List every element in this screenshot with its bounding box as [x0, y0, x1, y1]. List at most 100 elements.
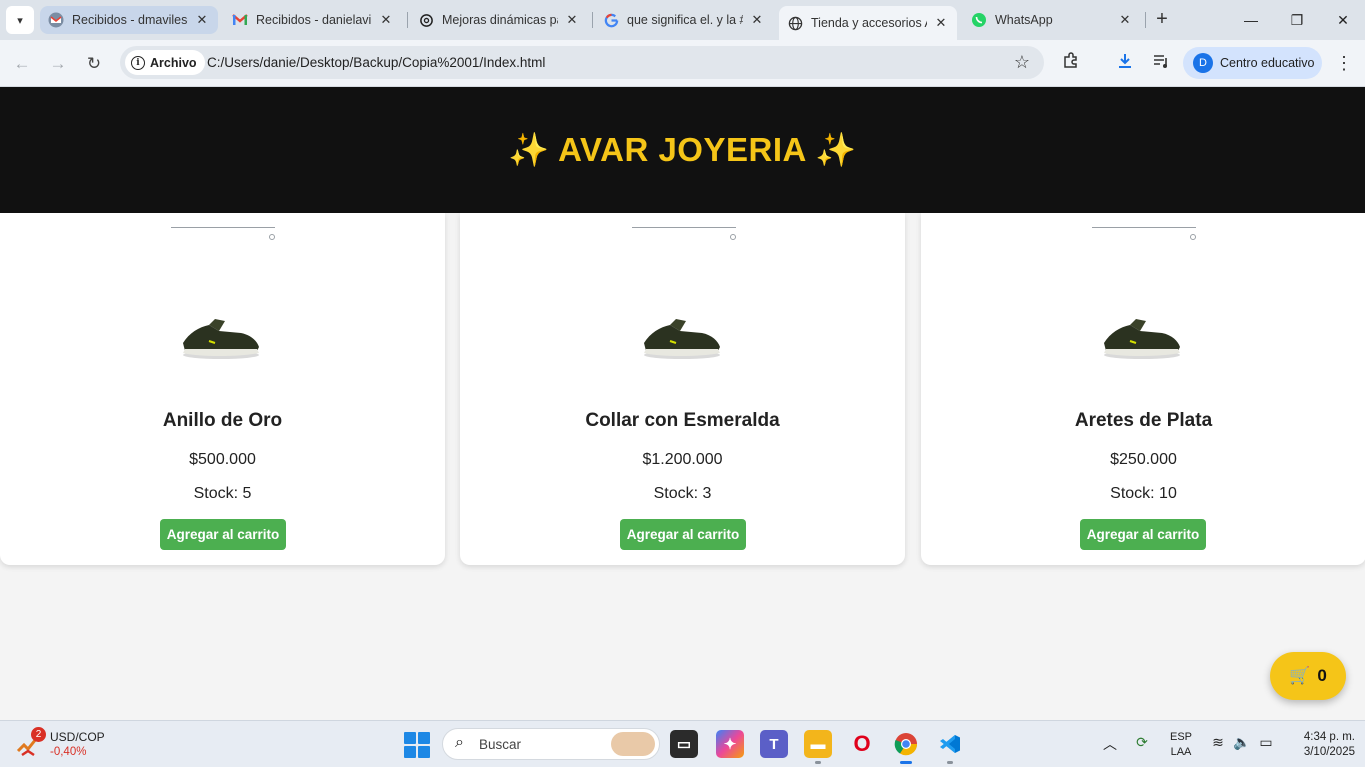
product-name: Aretes de Plata [1074, 410, 1213, 431]
teams-icon[interactable]: T [760, 730, 788, 758]
product-price: $1.200.000 [642, 451, 723, 468]
new-tab-plus-icon[interactable]: + [1150, 8, 1174, 32]
address-bar[interactable]: i Archivo C:/Users/danie/Desktop/Backup/… [120, 46, 1044, 79]
product-name: Collar con Esmeralda [585, 410, 780, 431]
cart-button[interactable]: 🛒 0 [1270, 652, 1346, 700]
restore-icon[interactable]: ❐ [1282, 8, 1312, 32]
tab-chatgpt[interactable]: Mejoras dinámicas pá ✕ [410, 6, 588, 34]
battery-icon[interactable]: ▭ [1256, 734, 1276, 751]
product-card: Anillo de Oro $500.000 Stock: 5 Agregar … [0, 213, 445, 565]
cart-count: 0 [1317, 666, 1327, 685]
site-header: ✨ AVAR JOYERIA ✨ [0, 87, 1365, 213]
close-icon[interactable]: ✕ [933, 15, 949, 31]
volume-icon[interactable]: 🔈 [1232, 734, 1252, 751]
broken-image-icon [1092, 227, 1196, 241]
product-name: Anillo de Oro [162, 410, 283, 431]
search-icon: ⌕ [455, 734, 464, 751]
tab-tienda-active[interactable]: Tienda y accesorios A ✕ [779, 6, 957, 40]
widget-value: -0,40% [50, 746, 87, 758]
tab-title: Tienda y accesorios A [811, 16, 927, 30]
tab-strip: ▾ Recibidos - dmavilesc ✕ Recibidos - da… [0, 0, 1365, 40]
product-price: $500.000 [189, 451, 256, 468]
profile-name: Centro educativo [1220, 56, 1315, 70]
add-to-cart-button[interactable]: Agregar al carrito [620, 519, 746, 550]
reload-icon[interactable]: ↻ [81, 51, 107, 77]
broken-image-icon [632, 227, 736, 241]
tab-gmail-2[interactable]: Recibidos - danielavil ✕ [224, 6, 402, 34]
tab-search-chevron-icon[interactable]: ▾ [6, 6, 34, 34]
tab-google[interactable]: que significa el. y la # ✕ [595, 6, 773, 34]
more-menu-icon[interactable]: ⋮ [1335, 52, 1353, 74]
window-close-icon[interactable]: ✕ [1328, 8, 1358, 32]
close-icon[interactable]: ✕ [1117, 12, 1133, 28]
product-stock: Stock: 3 [653, 485, 712, 502]
broken-image-icon [171, 227, 275, 241]
tab-separator [1145, 12, 1146, 28]
forward-arrow-icon[interactable]: → [45, 51, 71, 77]
close-icon[interactable]: ✕ [378, 12, 394, 28]
windows-start-icon[interactable] [404, 732, 430, 758]
profile-button[interactable]: D Centro educativo [1183, 47, 1322, 79]
vscode-icon[interactable] [936, 730, 964, 764]
tray-overflow-chevron-icon[interactable]: ︿ [1100, 734, 1120, 754]
copilot-icon[interactable]: ✦ [716, 730, 744, 758]
tab-title: WhatsApp [995, 13, 1053, 27]
whatsapp-icon [971, 12, 987, 28]
media-queue-icon[interactable] [1150, 52, 1172, 74]
tab-title: Recibidos - dmavilesc [72, 13, 188, 27]
input-language[interactable]: ESP LAA [1168, 730, 1194, 760]
site-title: ✨ AVAR JOYERIA ✨ [508, 130, 857, 168]
close-icon[interactable]: ✕ [564, 12, 580, 28]
product-card: Aretes de Plata $250.000 Stock: 10 Agreg… [921, 213, 1365, 565]
product-price: $250.000 [1110, 451, 1177, 468]
product-grid: Anillo de Oro $500.000 Stock: 5 Agregar … [0, 213, 1365, 573]
url-text[interactable]: C:/Users/danie/Desktop/Backup/Copia%2001… [207, 55, 545, 70]
add-to-cart-button[interactable]: Agregar al carrito [160, 519, 286, 550]
search-highlight-image [611, 732, 655, 756]
language-code: ESP [1169, 731, 1192, 743]
sync-icon[interactable]: ⟳ [1132, 734, 1152, 751]
layout-code: LAA [1170, 746, 1192, 758]
taskbar-search[interactable]: ⌕ Buscar [442, 728, 660, 760]
clock-time: 4:34 p. m. [1303, 731, 1355, 743]
globe-icon [787, 15, 803, 31]
bookmark-star-icon[interactable]: ☆ [1014, 52, 1030, 73]
site-info-chip[interactable]: i Archivo [125, 50, 205, 75]
close-icon[interactable]: ✕ [194, 12, 210, 28]
extensions-puzzle-icon[interactable] [1060, 52, 1082, 74]
opera-icon[interactable]: O [848, 730, 876, 758]
currency-widget[interactable]: 2 USD/COP -0,40% [16, 727, 126, 763]
tab-separator [407, 12, 408, 28]
tab-gmail-1[interactable]: Recibidos - dmavilesc ✕ [40, 6, 218, 34]
notification-badge: 2 [31, 727, 46, 742]
close-icon[interactable]: ✕ [749, 12, 765, 28]
product-stock: Stock: 5 [193, 485, 252, 502]
product-stock: Stock: 10 [1110, 485, 1177, 502]
add-to-cart-button[interactable]: Agregar al carrito [1080, 519, 1206, 550]
shoe-image [183, 319, 259, 359]
page-viewport: ✨ AVAR JOYERIA ✨ Anillo de Oro $500.000 … [0, 87, 1365, 720]
clock[interactable]: 4:34 p. m. 3/10/2025 [1285, 730, 1355, 760]
gmail-icon [48, 12, 64, 28]
product-card: Collar con Esmeralda $1.200.000 Stock: 3… [460, 213, 905, 565]
taskbar: 2 USD/COP -0,40% ⌕ Buscar ▭ ✦ T ▬ O ︿ ⟳ … [0, 720, 1365, 767]
chatgpt-icon [418, 12, 434, 28]
minimize-icon[interactable]: — [1236, 8, 1266, 32]
wifi-icon[interactable]: ≋ [1208, 734, 1228, 751]
task-view-icon[interactable]: ▭ [670, 730, 698, 758]
tab-title: que significa el. y la # [627, 13, 743, 27]
tab-title: Mejoras dinámicas pá [442, 13, 558, 27]
gmail-icon [232, 12, 248, 28]
search-placeholder: Buscar [479, 737, 522, 752]
tab-title: Recibidos - danielavil [256, 13, 372, 27]
chrome-icon[interactable] [892, 730, 920, 764]
shoe-image [644, 319, 720, 359]
back-arrow-icon[interactable]: ← [9, 51, 35, 77]
file-explorer-icon[interactable]: ▬ [804, 730, 832, 764]
tab-whatsapp[interactable]: WhatsApp ✕ [963, 6, 1141, 34]
widget-title: USD/COP [50, 730, 105, 744]
download-icon[interactable] [1114, 52, 1136, 74]
cart-icon: 🛒 [1289, 666, 1311, 685]
tab-separator [592, 12, 593, 28]
info-icon: i [131, 55, 145, 70]
